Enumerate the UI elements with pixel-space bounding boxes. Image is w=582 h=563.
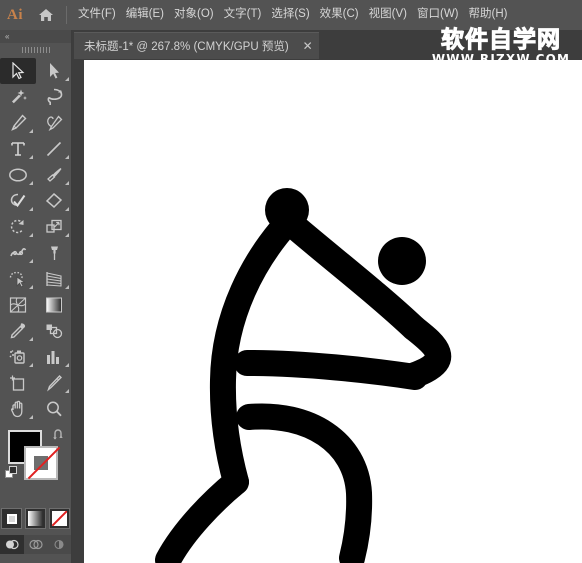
grip-dots-icon bbox=[21, 46, 50, 53]
color-mode-button[interactable] bbox=[1, 508, 22, 529]
close-icon[interactable]: ✕ bbox=[303, 40, 313, 52]
flyout-indicator-icon bbox=[65, 207, 69, 211]
panel-drag-grip[interactable] bbox=[0, 43, 71, 56]
selection-tool[interactable] bbox=[0, 58, 36, 84]
flyout-indicator-icon bbox=[65, 155, 69, 159]
paintbrush-tool[interactable] bbox=[36, 162, 72, 188]
gradient-mode-button[interactable] bbox=[25, 508, 46, 529]
head-circle bbox=[265, 188, 309, 232]
free-transform-tool[interactable] bbox=[36, 240, 72, 266]
tools-panel: « bbox=[0, 30, 72, 563]
hand-tool[interactable] bbox=[0, 396, 36, 422]
ball-circle bbox=[378, 237, 426, 285]
magic-wand-tool[interactable] bbox=[0, 84, 36, 110]
gradient-tool[interactable] bbox=[36, 292, 72, 318]
draw-mode-row bbox=[0, 535, 72, 554]
none-slash-icon bbox=[27, 446, 61, 480]
flyout-indicator-icon bbox=[29, 363, 33, 367]
column-graph-tool[interactable] bbox=[36, 344, 72, 370]
illustrator-window: Ai 文件(F) 编辑(E) 对象(O) 文字(T) 选择(S) 效果(C) 视… bbox=[0, 0, 582, 563]
mesh-tool[interactable] bbox=[0, 292, 36, 318]
slice-tool[interactable] bbox=[36, 370, 72, 396]
menu-help[interactable]: 帮助(H) bbox=[464, 5, 513, 25]
home-icon[interactable] bbox=[30, 0, 62, 30]
flyout-indicator-icon bbox=[29, 181, 33, 185]
gradient-swatch-icon bbox=[28, 511, 43, 526]
zoom-tool[interactable] bbox=[36, 396, 72, 422]
flyout-indicator-icon bbox=[65, 389, 69, 393]
flyout-indicator-icon bbox=[29, 233, 33, 237]
menu-view[interactable]: 视图(V) bbox=[364, 5, 412, 25]
perspective-grid-tool[interactable] bbox=[36, 266, 72, 292]
flyout-indicator-icon bbox=[65, 181, 69, 185]
paint-mode-row bbox=[0, 508, 71, 529]
document-tab-bar: 未标题-1* @ 267.8% (CMYK/GPU 预览) ✕ bbox=[72, 30, 582, 60]
flyout-indicator-icon bbox=[65, 363, 69, 367]
stroke-swatch[interactable] bbox=[24, 446, 61, 480]
solid-color-icon bbox=[6, 513, 17, 524]
line-segment-tool[interactable] bbox=[36, 136, 72, 162]
flyout-indicator-icon bbox=[29, 155, 33, 159]
symbol-sprayer-tool[interactable] bbox=[0, 344, 36, 370]
fill-stroke-controls bbox=[0, 426, 71, 506]
curvature-tool[interactable] bbox=[36, 110, 72, 136]
eraser-tool[interactable] bbox=[36, 188, 72, 214]
draw-inside-button[interactable] bbox=[47, 535, 72, 554]
double-chevron-left-icon: « bbox=[5, 31, 10, 41]
blend-tool[interactable] bbox=[36, 318, 72, 344]
menu-effect[interactable]: 效果(C) bbox=[315, 5, 364, 25]
menu-window[interactable]: 窗口(W) bbox=[412, 5, 464, 25]
none-swatch-icon bbox=[52, 511, 67, 526]
menu-edit[interactable]: 编辑(E) bbox=[121, 5, 169, 25]
pen-tool[interactable] bbox=[0, 110, 36, 136]
shape-builder-tool[interactable] bbox=[0, 266, 36, 292]
default-fill-stroke-icon[interactable] bbox=[5, 466, 19, 485]
menu-file[interactable]: 文件(F) bbox=[73, 5, 121, 25]
shaper-tool[interactable] bbox=[0, 188, 36, 214]
lasso-tool[interactable] bbox=[36, 84, 72, 110]
artboard-canvas[interactable] bbox=[84, 60, 582, 563]
menu-object[interactable]: 对象(O) bbox=[169, 5, 219, 25]
menu-type[interactable]: 文字(T) bbox=[219, 5, 267, 25]
draw-normal-button[interactable] bbox=[0, 535, 24, 554]
ellipse-tool[interactable] bbox=[0, 162, 36, 188]
flyout-indicator-icon bbox=[29, 415, 33, 419]
scale-tool[interactable] bbox=[36, 214, 72, 240]
flyout-indicator-icon bbox=[29, 259, 33, 263]
tool-grid bbox=[0, 56, 71, 422]
flyout-indicator-icon bbox=[29, 207, 33, 211]
volleyball-player-pictogram[interactable] bbox=[84, 60, 582, 563]
flyout-indicator-icon bbox=[65, 233, 69, 237]
canvas-left-gutter bbox=[72, 60, 84, 563]
flyout-indicator-icon bbox=[29, 337, 33, 341]
menu-divider bbox=[66, 6, 67, 24]
app-logo: Ai bbox=[7, 6, 23, 23]
menu-select[interactable]: 选择(S) bbox=[266, 5, 314, 25]
draw-behind-button[interactable] bbox=[23, 535, 48, 554]
swap-fill-stroke-icon[interactable] bbox=[52, 428, 66, 447]
type-tool[interactable] bbox=[0, 136, 36, 162]
none-mode-button[interactable] bbox=[49, 508, 70, 529]
menu-bar: Ai 文件(F) 编辑(E) 对象(O) 文字(T) 选择(S) 效果(C) 视… bbox=[0, 0, 582, 30]
eyedropper-tool[interactable] bbox=[0, 318, 36, 344]
flyout-indicator-icon bbox=[65, 77, 69, 81]
document-tab[interactable]: 未标题-1* @ 267.8% (CMYK/GPU 预览) ✕ bbox=[74, 32, 319, 59]
width-tool[interactable] bbox=[0, 240, 36, 266]
rotate-tool[interactable] bbox=[0, 214, 36, 240]
direct-selection-tool[interactable] bbox=[36, 58, 72, 84]
flyout-indicator-icon bbox=[29, 129, 33, 133]
flyout-indicator-icon bbox=[29, 285, 33, 289]
flyout-indicator-icon bbox=[65, 285, 69, 289]
document-tab-title: 未标题-1* @ 267.8% (CMYK/GPU 预览) bbox=[84, 41, 289, 53]
artboard-tool[interactable] bbox=[0, 370, 36, 396]
collapse-panel-button[interactable]: « bbox=[0, 30, 71, 43]
